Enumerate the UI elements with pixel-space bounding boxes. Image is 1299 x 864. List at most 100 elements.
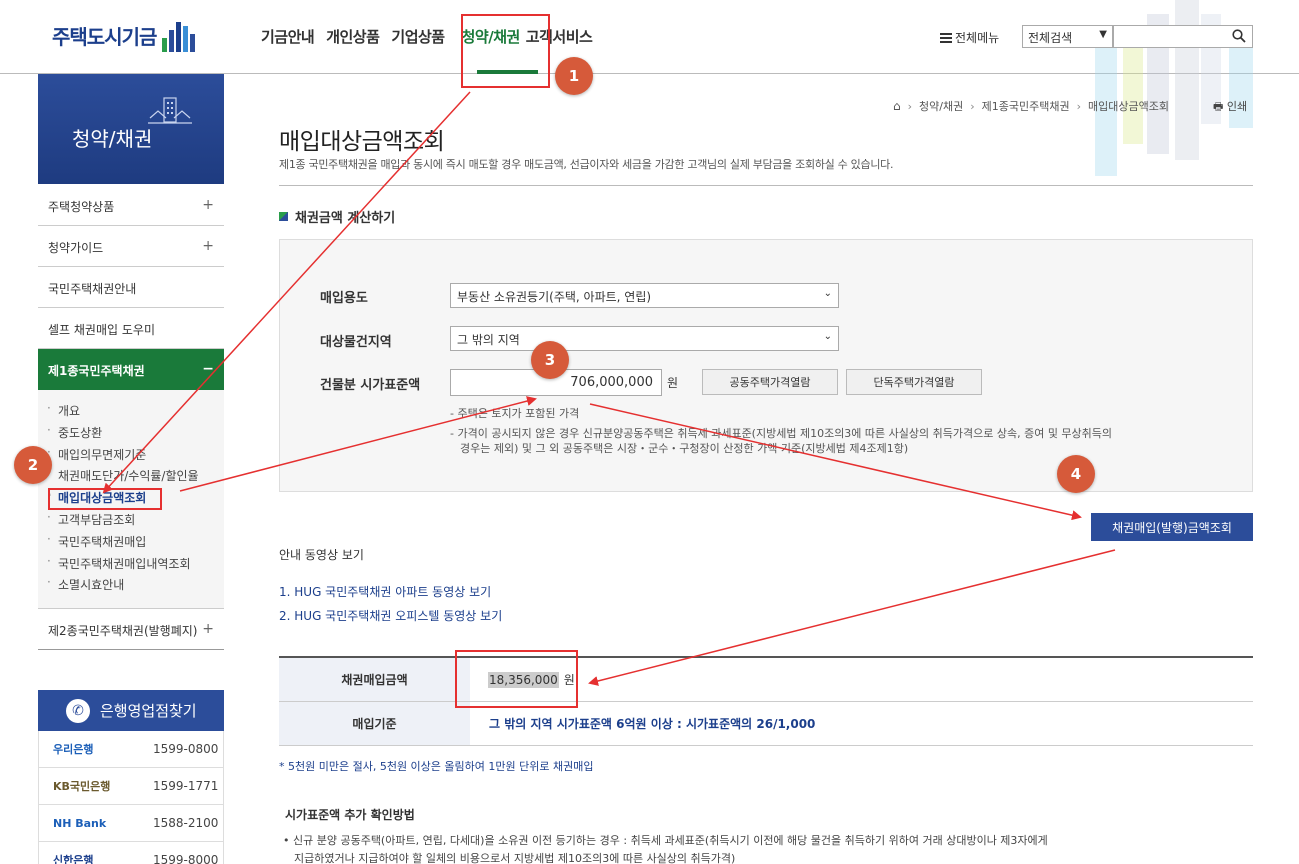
calculation-form: 매입용도 부동산 소유권등기(주택, 아파트, 연립) ⌄ 대상물건지역 그 밖… xyxy=(279,239,1253,492)
note-land-included: - 주택은 토지가 포함된 가격 xyxy=(450,407,580,420)
gnb-fund-info[interactable]: 기금안내 xyxy=(261,26,315,47)
purpose-label: 매입용도 xyxy=(320,291,368,306)
step-marker: 4 xyxy=(1057,455,1095,493)
chevron-down-icon: ⌄ xyxy=(823,331,832,342)
bank-branch-finder: ✆ 은행영업점찾기 우리은행 1599-0800 KB국민은행 1599-177… xyxy=(38,690,224,864)
step-marker: 1 xyxy=(555,57,593,95)
submenu-early-repayment[interactable]: 중도상환 xyxy=(47,423,224,446)
nh-bank-logo: NH Bank xyxy=(53,816,107,830)
kb-bank-logo: KB국민은행 xyxy=(53,780,111,793)
result-table: 채권매입금액 18,356,000 원 매입기준 그 밖의 지역 시가표준액 6… xyxy=(279,656,1253,746)
basis-header: 매입기준 xyxy=(279,702,470,745)
page-description: 제1종 국민주택채권을 매입과 동시에 즉시 매도할 경우 매도금액, 선급이자… xyxy=(279,158,894,171)
sidebar-item-label: 국민주택채권안내 xyxy=(48,282,137,296)
annotation-box-result xyxy=(455,650,578,708)
sidebar-item-label: 청약가이드 xyxy=(48,241,104,255)
rounding-footnote: * 5천원 미만은 절사, 5천원 이상은 올림하여 1만원 단위로 채권매입 xyxy=(279,760,594,773)
amount-cell: 18,356,000 원 xyxy=(470,658,1253,701)
video-link-officetel[interactable]: 2. HUG 국민주택채권 오피스텔 동영상 보기 xyxy=(279,607,502,624)
bank-row[interactable]: 신한은행 1599-8000 xyxy=(38,842,224,864)
site-logo[interactable]: 주택도시기금 xyxy=(52,18,206,52)
price-unit: 원 xyxy=(667,376,679,390)
logo-text: 주택도시기금 xyxy=(52,24,157,49)
step-marker: 2 xyxy=(14,446,52,484)
sidebar-item-housing-subscription[interactable]: 주택청약상품 + xyxy=(38,185,224,226)
chevron-right-icon: › xyxy=(1076,99,1081,113)
apartment-price-lookup-button[interactable]: 공동주택가격열람 xyxy=(702,369,838,395)
divider xyxy=(279,185,1253,186)
shinhan-bank-logo: 신한은행 xyxy=(53,854,94,864)
bank-tel: 1588-2100 xyxy=(153,816,219,830)
sidebar-item-subscription-guide[interactable]: 청약가이드 + xyxy=(38,226,224,267)
breadcrumb: ⌂ › 청약/채권 › 제1종국민주택채권 › 매입대상금액조회 xyxy=(893,98,1169,114)
section-title-text: 채권금액 계산하기 xyxy=(295,211,396,226)
search-scope-select[interactable]: 전체검색 ▼ xyxy=(1022,25,1113,48)
sidebar-title: 청약/채권 xyxy=(72,127,153,151)
video-section-title: 안내 동영상 보기 xyxy=(279,548,364,562)
bond-amount-lookup-button[interactable]: 채권매입(발행)금액조회 xyxy=(1091,513,1253,541)
sidebar-item-type1-bond[interactable]: 제1종국민주택채권 − xyxy=(38,349,224,390)
expand-icon: + xyxy=(202,621,214,638)
submenu-purchase-history[interactable]: 국민주택채권매입내역조회 xyxy=(47,554,224,577)
region-label: 대상물건지역 xyxy=(320,335,392,350)
extra-check-title: 시가표준액 추가 확인방법 xyxy=(285,808,415,822)
sidebar-item-label: 셀프 채권매입 도우미 xyxy=(48,323,155,337)
submenu-sale-price-yield[interactable]: 채권매도단가/수익률/할인율 xyxy=(47,466,224,489)
breadcrumb-item[interactable]: 제1종국민주택채권 xyxy=(982,98,1070,114)
search-icon[interactable] xyxy=(1232,29,1246,43)
submenu-bond-purchase[interactable]: 국민주택채권매입 xyxy=(47,532,224,555)
phone-icon: ✆ xyxy=(66,698,90,723)
sidebar-header: 청약/채권 xyxy=(38,74,224,184)
gnb-corporate-products[interactable]: 기업상품 xyxy=(391,26,445,47)
sidebar-item-type2-bond[interactable]: 제2종국민주택채권(발행폐지) + xyxy=(38,609,224,651)
print-button[interactable]: 🖶 인쇄 xyxy=(1213,98,1247,117)
gnb-personal-products[interactable]: 개인상품 xyxy=(326,26,380,47)
bank-tel: 1599-8000 xyxy=(153,853,219,864)
woori-bank-logo: 우리은행 xyxy=(53,743,94,756)
note-unannounced-price: - 가격이 공시되지 않은 경우 신규분양공동주택은 취득세 과세표준(지방세법… xyxy=(450,427,1113,440)
breadcrumb-item[interactable]: 청약/채권 xyxy=(919,98,963,114)
extra-check-description: • 신규 분양 공동주택(아파트, 연립, 다세대)을 소유권 이전 등기하는 … xyxy=(283,832,1223,864)
bank-tel: 1599-1771 xyxy=(153,779,219,793)
bank-row[interactable]: 우리은행 1599-0800 xyxy=(38,731,224,768)
search-scope-value: 전체검색 xyxy=(1028,31,1073,45)
purpose-select[interactable]: 부동산 소유권등기(주택, 아파트, 연립) ⌄ xyxy=(450,283,839,308)
price-label: 건물분 시가표준액 xyxy=(320,378,421,393)
extra-desc-line: 지급하였거나 지급하여야 할 일체의 비용으로서 지방세법 제10조의3에 따른… xyxy=(294,852,736,864)
breadcrumb-item[interactable]: 매입대상금액조회 xyxy=(1088,98,1169,114)
sidebar-item-label: 제2종국민주택채권(발행폐지) xyxy=(48,624,198,639)
sidebar-item-label: 주택청약상품 xyxy=(48,200,115,214)
sidebar-item-bond-info[interactable]: 국민주택채권안내 xyxy=(38,267,224,308)
bank-finder-header[interactable]: ✆ 은행영업점찾기 xyxy=(38,690,224,731)
basis-value: 그 밖의 지역 시가표준액 6억원 이상 : 시가표준액의 26/1,000 xyxy=(489,717,816,731)
collapse-icon: − xyxy=(202,361,214,377)
chevron-right-icon: › xyxy=(970,99,975,113)
header-decoration xyxy=(1095,0,1255,176)
amount-header: 채권매입금액 xyxy=(279,658,470,701)
all-menu-button[interactable]: 전체메뉴 xyxy=(940,29,999,46)
global-nav: 기금안내 개인상품 기업상품 청약/채권 고객서비스 xyxy=(261,26,604,47)
print-label: 인쇄 xyxy=(1226,100,1248,113)
note-unannounced-price-cont: 경우는 제외) 및 그 외 공동주택은 시장・군수・구청장이 산정한 가액 기준… xyxy=(460,442,909,455)
house-price-lookup-button[interactable]: 단독주택가격열람 xyxy=(846,369,982,395)
chevron-down-icon: ⌄ xyxy=(823,288,832,299)
submenu-prescription-info[interactable]: 소멸시효안내 xyxy=(47,575,224,598)
submenu-overview[interactable]: 개요 xyxy=(47,401,224,424)
annotation-box-nav xyxy=(461,14,550,88)
building-icon xyxy=(148,97,192,124)
bank-row[interactable]: KB국민은행 1599-1771 xyxy=(38,768,224,805)
submenu-exemption-criteria[interactable]: 매입의무면제기준 xyxy=(47,445,224,468)
step-marker: 3 xyxy=(531,341,569,379)
region-select[interactable]: 그 밖의 지역 ⌄ xyxy=(450,326,839,351)
home-icon[interactable]: ⌂ xyxy=(893,99,901,113)
all-menu-label: 전체메뉴 xyxy=(955,31,1000,45)
bank-row[interactable]: NH Bank 1588-2100 xyxy=(38,805,224,842)
page-title: 매입대상금액조회 xyxy=(279,129,445,155)
annotation-box-submenu xyxy=(48,488,162,510)
table-row: 채권매입금액 18,356,000 원 xyxy=(279,658,1253,702)
video-link-apartment[interactable]: 1. HUG 국민주택채권 아파트 동영상 보기 xyxy=(279,583,491,600)
sidebar-item-self-purchase-helper[interactable]: 셀프 채권매입 도우미 xyxy=(38,308,224,349)
chevron-down-icon: ▼ xyxy=(1099,29,1107,40)
submenu-customer-charge[interactable]: 고객부담금조회 xyxy=(47,510,224,533)
section-bullet-icon xyxy=(279,212,288,221)
